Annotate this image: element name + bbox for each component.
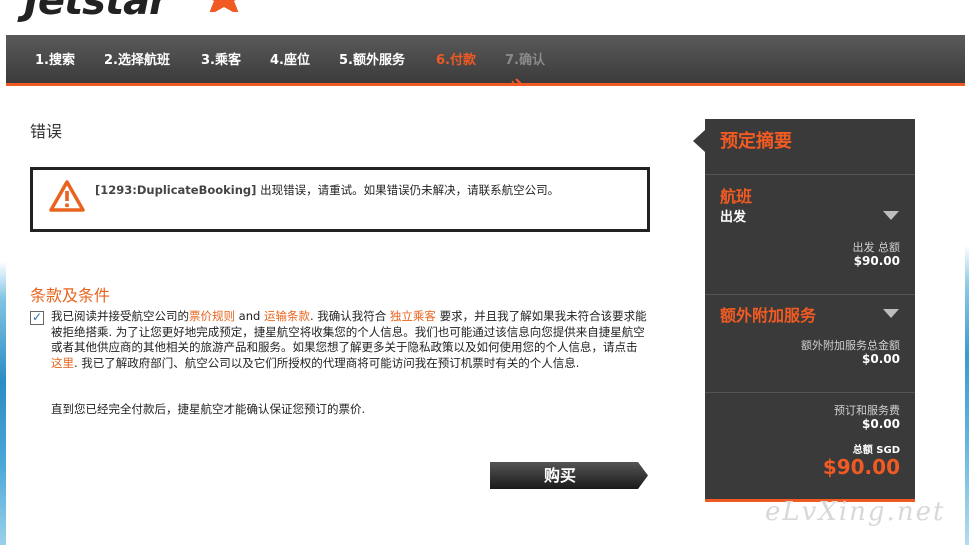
- privacy-here-link[interactable]: 这里: [51, 356, 74, 370]
- jetstar-logo[interactable]: Jetstar: [24, 0, 264, 24]
- step-confirm: 7.确认: [505, 53, 545, 68]
- buy-button[interactable]: 购买: [490, 462, 648, 489]
- buy-button-label: 购买: [543, 466, 576, 485]
- fare-rules-link[interactable]: 票价规则: [189, 309, 235, 323]
- star-logo-icon: [209, 0, 239, 12]
- terms-text-part: 我已阅读并接受航空公司的: [51, 309, 189, 323]
- warning-icon: [49, 180, 85, 212]
- checkmark-icon: ✓: [32, 310, 43, 324]
- error-text: [1293:DuplicateBooking] 出现错误，请重试。如果错误仍未解…: [95, 182, 635, 198]
- error-message-box: [1293:DuplicateBooking] 出现错误，请重试。如果错误仍未解…: [30, 167, 650, 232]
- terms-body: 我已阅读并接受航空公司的票价规则 and 运输条款. 我确认我符合 独立乘客 要…: [51, 309, 651, 371]
- terms-text-part: . 我已了解政府部门、航空公司以及它们所授权的代理商将可能访问我在预订机票时有关…: [74, 355, 580, 370]
- step-extras[interactable]: 5.额外服务: [339, 49, 405, 68]
- step-search[interactable]: 1.搜索: [35, 49, 75, 68]
- logo-text: Jetstar: [24, 0, 169, 24]
- booking-fee-label: 预订和服务费: [834, 404, 900, 417]
- extras-total-value: $0.00: [862, 352, 900, 366]
- error-description: 出现错误，请重试。如果错误仍未解决，请联系航空公司。: [256, 183, 560, 197]
- divider: [705, 392, 915, 393]
- departure-total-label: 出发 总额: [852, 241, 901, 254]
- watermark: eLvXing.net: [765, 497, 946, 527]
- flight-section-title: 航班: [720, 187, 753, 206]
- expand-flight-icon[interactable]: [883, 211, 899, 221]
- step-select-flight[interactable]: 2.选择航班: [104, 49, 170, 68]
- step-payment: 6.付款: [436, 53, 476, 68]
- independent-passenger-link[interactable]: 独立乘客: [390, 309, 436, 323]
- departure-total-value: $90.00: [853, 254, 900, 268]
- accept-terms-checkbox[interactable]: ✓: [30, 310, 44, 325]
- expand-extras-icon[interactable]: [883, 309, 899, 319]
- conditions-of-carriage-link[interactable]: 运输条款: [264, 309, 310, 323]
- step-passengers[interactable]: 3.乘客: [201, 49, 241, 68]
- extras-total-label: 额外附加服务总金额: [801, 339, 900, 352]
- divider: [705, 174, 915, 175]
- terms-heading: 条款及条件: [30, 286, 111, 305]
- error-heading: 错误: [30, 122, 63, 141]
- grand-total-value: $90.00: [822, 455, 900, 479]
- booking-summary-panel: 预定摘要 航班 出发 出发 总额 $90.00 额外附加服务 额外附加服务总金额…: [705, 119, 915, 502]
- payment-note: 直到您已经完全付款后，捷星航空才能确认保证您预订的票价.: [51, 402, 366, 416]
- extras-section-title: 额外附加服务: [720, 306, 817, 325]
- terms-text-part: and: [235, 309, 264, 323]
- booking-steps-nav: 1.搜索 2.选择航班 3.乘客 4.座位 5.额外服务 6.付款 7.确认: [6, 35, 965, 83]
- grand-total-label: 总额 SGD: [852, 445, 900, 456]
- departure-label: 出发: [720, 210, 747, 225]
- step-seats[interactable]: 4.座位: [270, 49, 310, 68]
- terms-text-part: . 我确认我符合: [309, 309, 390, 323]
- error-code: [1293:DuplicateBooking]: [95, 183, 257, 197]
- summary-pointer: [693, 130, 705, 152]
- summary-title: 预定摘要: [720, 131, 792, 152]
- divider: [705, 294, 915, 295]
- booking-fee-value: $0.00: [862, 417, 900, 431]
